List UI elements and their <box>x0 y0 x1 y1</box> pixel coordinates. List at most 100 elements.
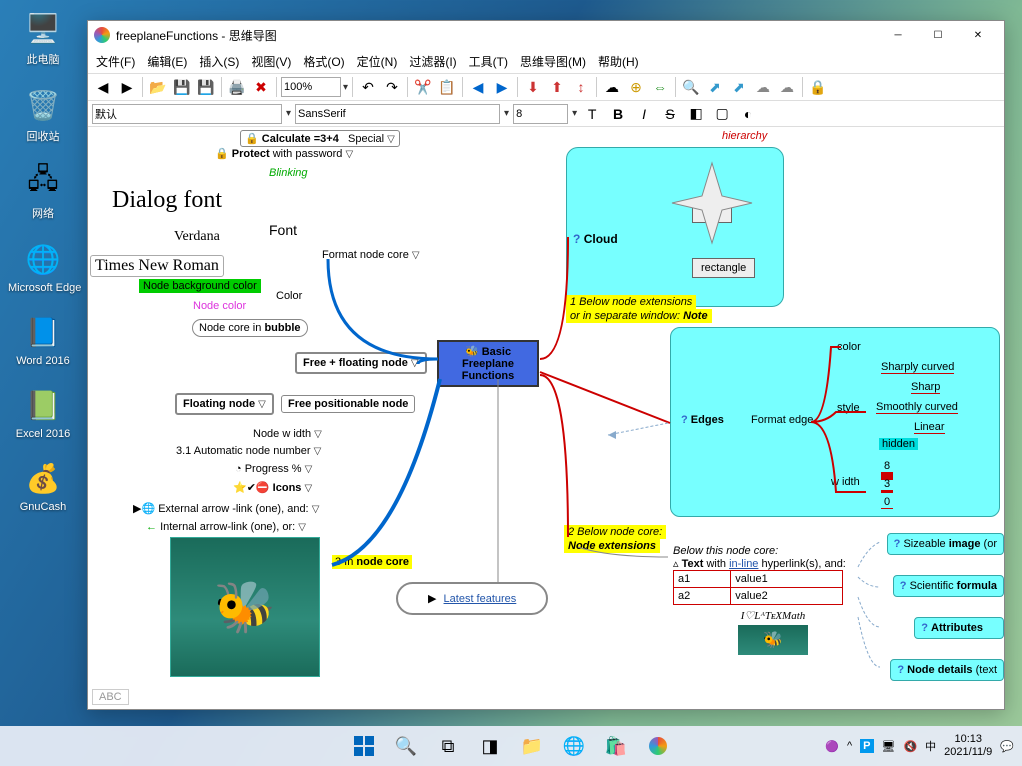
tray-chevron-icon[interactable]: ^ <box>847 740 852 752</box>
store-button[interactable]: 🛍️ <box>597 727 635 765</box>
desktop-icon-recycle[interactable]: 🗑️回收站 <box>8 85 78 144</box>
ext-arrow-node[interactable]: ▶🌐 External arrow -link (one), and: ▽ <box>133 502 319 515</box>
node-bg-node[interactable]: Node background color <box>139 279 261 293</box>
edges-panel[interactable]: ? Edges Format edge color style w idth S… <box>670 327 1000 517</box>
freeplane-taskbar-button[interactable] <box>639 727 677 765</box>
print-button[interactable]: 🖨️ <box>226 76 248 98</box>
text-bg-button[interactable]: T <box>581 103 603 125</box>
color-node[interactable]: Color <box>276 290 302 302</box>
node-bg-button[interactable]: ▢ <box>711 103 733 125</box>
details-panel[interactable]: Below this node core: ▵ Text with in-lin… <box>673 545 873 655</box>
desktop-icon-edge[interactable]: 🌐Microsoft Edge <box>8 239 78 294</box>
new-sibling-button[interactable]: ⬆ <box>546 76 568 98</box>
prev-map-button[interactable]: ◀ <box>92 76 114 98</box>
note2b-node[interactable]: Node extensions <box>564 539 660 553</box>
new-child-button[interactable]: ⬇ <box>522 76 544 98</box>
verdana-node[interactable]: Verdana <box>174 229 220 245</box>
taskview-button[interactable]: ⧉ <box>429 727 467 765</box>
goto-button[interactable]: ⬈ <box>704 76 726 98</box>
filter2-button[interactable]: ☁ <box>776 76 798 98</box>
next-map-button[interactable]: ▶ <box>116 76 138 98</box>
save-button[interactable]: 💾 <box>171 76 193 98</box>
style-dropdown[interactable]: ▾ <box>286 108 291 119</box>
search-button[interactable]: 🔍 <box>387 727 425 765</box>
find-button[interactable]: 🔍 <box>680 76 702 98</box>
latest-features-node[interactable]: ▶ Latest features <box>396 582 548 615</box>
paste-button[interactable]: 📋 <box>436 76 458 98</box>
calc-node[interactable]: 🔒 Calculate =3+4 Special ▽ <box>240 130 400 147</box>
font-dropdown[interactable]: ▾ <box>504 108 509 119</box>
sizeable-node[interactable]: ? Sizeable image (or <box>887 533 1004 555</box>
saveas-button[interactable]: 💾 <box>195 76 217 98</box>
filter-button[interactable]: ☁ <box>752 76 774 98</box>
tray-clock[interactable]: 10:13 2021/11/9 <box>944 733 992 758</box>
node-width-node[interactable]: Node w idth ▽ <box>253 428 322 440</box>
mindmap-canvas[interactable]: 🐝 Basic Freeplane Functions ▶ Latest fea… <box>88 127 1004 709</box>
int-arrow-node[interactable]: ← Internal arrow-link (one), or: ▽ <box>146 521 306 533</box>
note1b-node[interactable]: or in separate window: Note <box>566 309 712 323</box>
tray-ime[interactable]: 中 <box>925 738 936 754</box>
menu-insert[interactable]: 插入(S) <box>195 51 243 72</box>
encrypt-button[interactable]: 🔒 <box>807 76 829 98</box>
format-core-node[interactable]: Format node core ▽ <box>322 249 420 261</box>
explorer-button[interactable]: 📁 <box>513 727 551 765</box>
note2a-node[interactable]: 2 Below node core: <box>564 525 666 539</box>
scientific-node[interactable]: ? Scientific formula <box>893 575 1004 597</box>
unfold-button[interactable]: ◀ <box>467 76 489 98</box>
menu-navigate[interactable]: 定位(N) <box>353 51 402 72</box>
close-map-button[interactable]: ✖ <box>250 76 272 98</box>
desktop-icon-network[interactable]: 🖧网络 <box>8 162 78 221</box>
italic-button[interactable]: I <box>633 103 655 125</box>
fontsize-combo[interactable] <box>513 104 568 124</box>
free-floating-node[interactable]: Free + floating node ▽ <box>295 352 427 374</box>
strike-button[interactable]: S <box>659 103 681 125</box>
dialog-font-node[interactable]: Dialog font <box>112 187 222 214</box>
desktop-icon-computer[interactable]: 🖥️此电脑 <box>8 8 78 67</box>
zoom-combo[interactable] <box>281 77 341 97</box>
menu-edit[interactable]: 编辑(E) <box>143 51 191 72</box>
cloud-panel[interactable]: ? Cloud star rectangle <box>566 147 784 307</box>
floating-node[interactable]: Floating node ▽ <box>175 393 274 415</box>
tray-notifications-icon[interactable]: 💬 <box>1000 740 1014 753</box>
progress-node[interactable]: ◔ Progress % ▽ <box>235 463 312 475</box>
protect-node[interactable]: 🔒 Protect with password ▽ <box>215 147 353 160</box>
tray-volume-icon[interactable]: 🔇 <box>903 740 917 753</box>
desktop-icon-gnucash[interactable]: 💰GnuCash <box>8 458 78 513</box>
details-node[interactable]: ? Node details (text <box>890 659 1004 681</box>
menu-view[interactable]: 视图(V) <box>247 51 295 72</box>
menu-file[interactable]: 文件(F) <box>92 51 139 72</box>
menu-help[interactable]: 帮助(H) <box>594 51 643 72</box>
start-button[interactable] <box>345 727 383 765</box>
bee-image[interactable]: 🐝 <box>170 537 320 677</box>
close-button[interactable]: ✕ <box>958 22 998 48</box>
menu-tools[interactable]: 工具(T) <box>465 51 512 72</box>
fold-button[interactable]: ▶ <box>491 76 513 98</box>
undo-button[interactable]: ↶ <box>357 76 379 98</box>
node-bubble-node[interactable]: Node core in bubble <box>192 319 308 337</box>
menu-format[interactable]: 格式(O) <box>299 51 348 72</box>
cloud-button[interactable]: ☁ <box>601 76 623 98</box>
maximize-button[interactable]: ☐ <box>918 22 958 48</box>
center-button[interactable]: ⊕ <box>625 76 647 98</box>
size-dropdown[interactable]: ▾ <box>572 108 577 119</box>
note1-node[interactable]: 1 Below node extensions <box>566 295 696 309</box>
node-color-button[interactable]: ◧ <box>685 103 707 125</box>
new-sibling2-button[interactable]: ↕ <box>570 76 592 98</box>
titlebar[interactable]: freeplaneFunctions - 思维导图 ─ ☐ ✕ <box>88 21 1004 49</box>
root-node[interactable]: 🐝 Basic Freeplane Functions <box>437 340 539 387</box>
tray-display-icon[interactable]: 🖥 <box>882 740 896 753</box>
edge-taskbar-button[interactable]: 🌐 <box>555 727 593 765</box>
menu-mindmap[interactable]: 思维导图(M) <box>516 51 590 72</box>
times-node[interactable]: Times New Roman <box>90 255 224 277</box>
attributes-node[interactable]: ? Attributes <box>914 617 1004 639</box>
icons-node[interactable]: ⭐✔⛔ Icons ▽ <box>233 481 312 494</box>
bold-button[interactable]: B <box>607 103 629 125</box>
widgets-button[interactable]: ◨ <box>471 727 509 765</box>
desktop-icon-word[interactable]: 📘Word 2016 <box>8 312 78 367</box>
redo-button[interactable]: ↷ <box>381 76 403 98</box>
blinking-node[interactable]: Blinking <box>269 167 308 179</box>
cut-button[interactable]: ✂️ <box>412 76 434 98</box>
unfold-all-button[interactable]: ⇔ <box>649 76 671 98</box>
font-label-node[interactable]: Font <box>269 222 297 238</box>
auto-number-node[interactable]: 3.1 Automatic node number ▽ <box>176 445 321 457</box>
